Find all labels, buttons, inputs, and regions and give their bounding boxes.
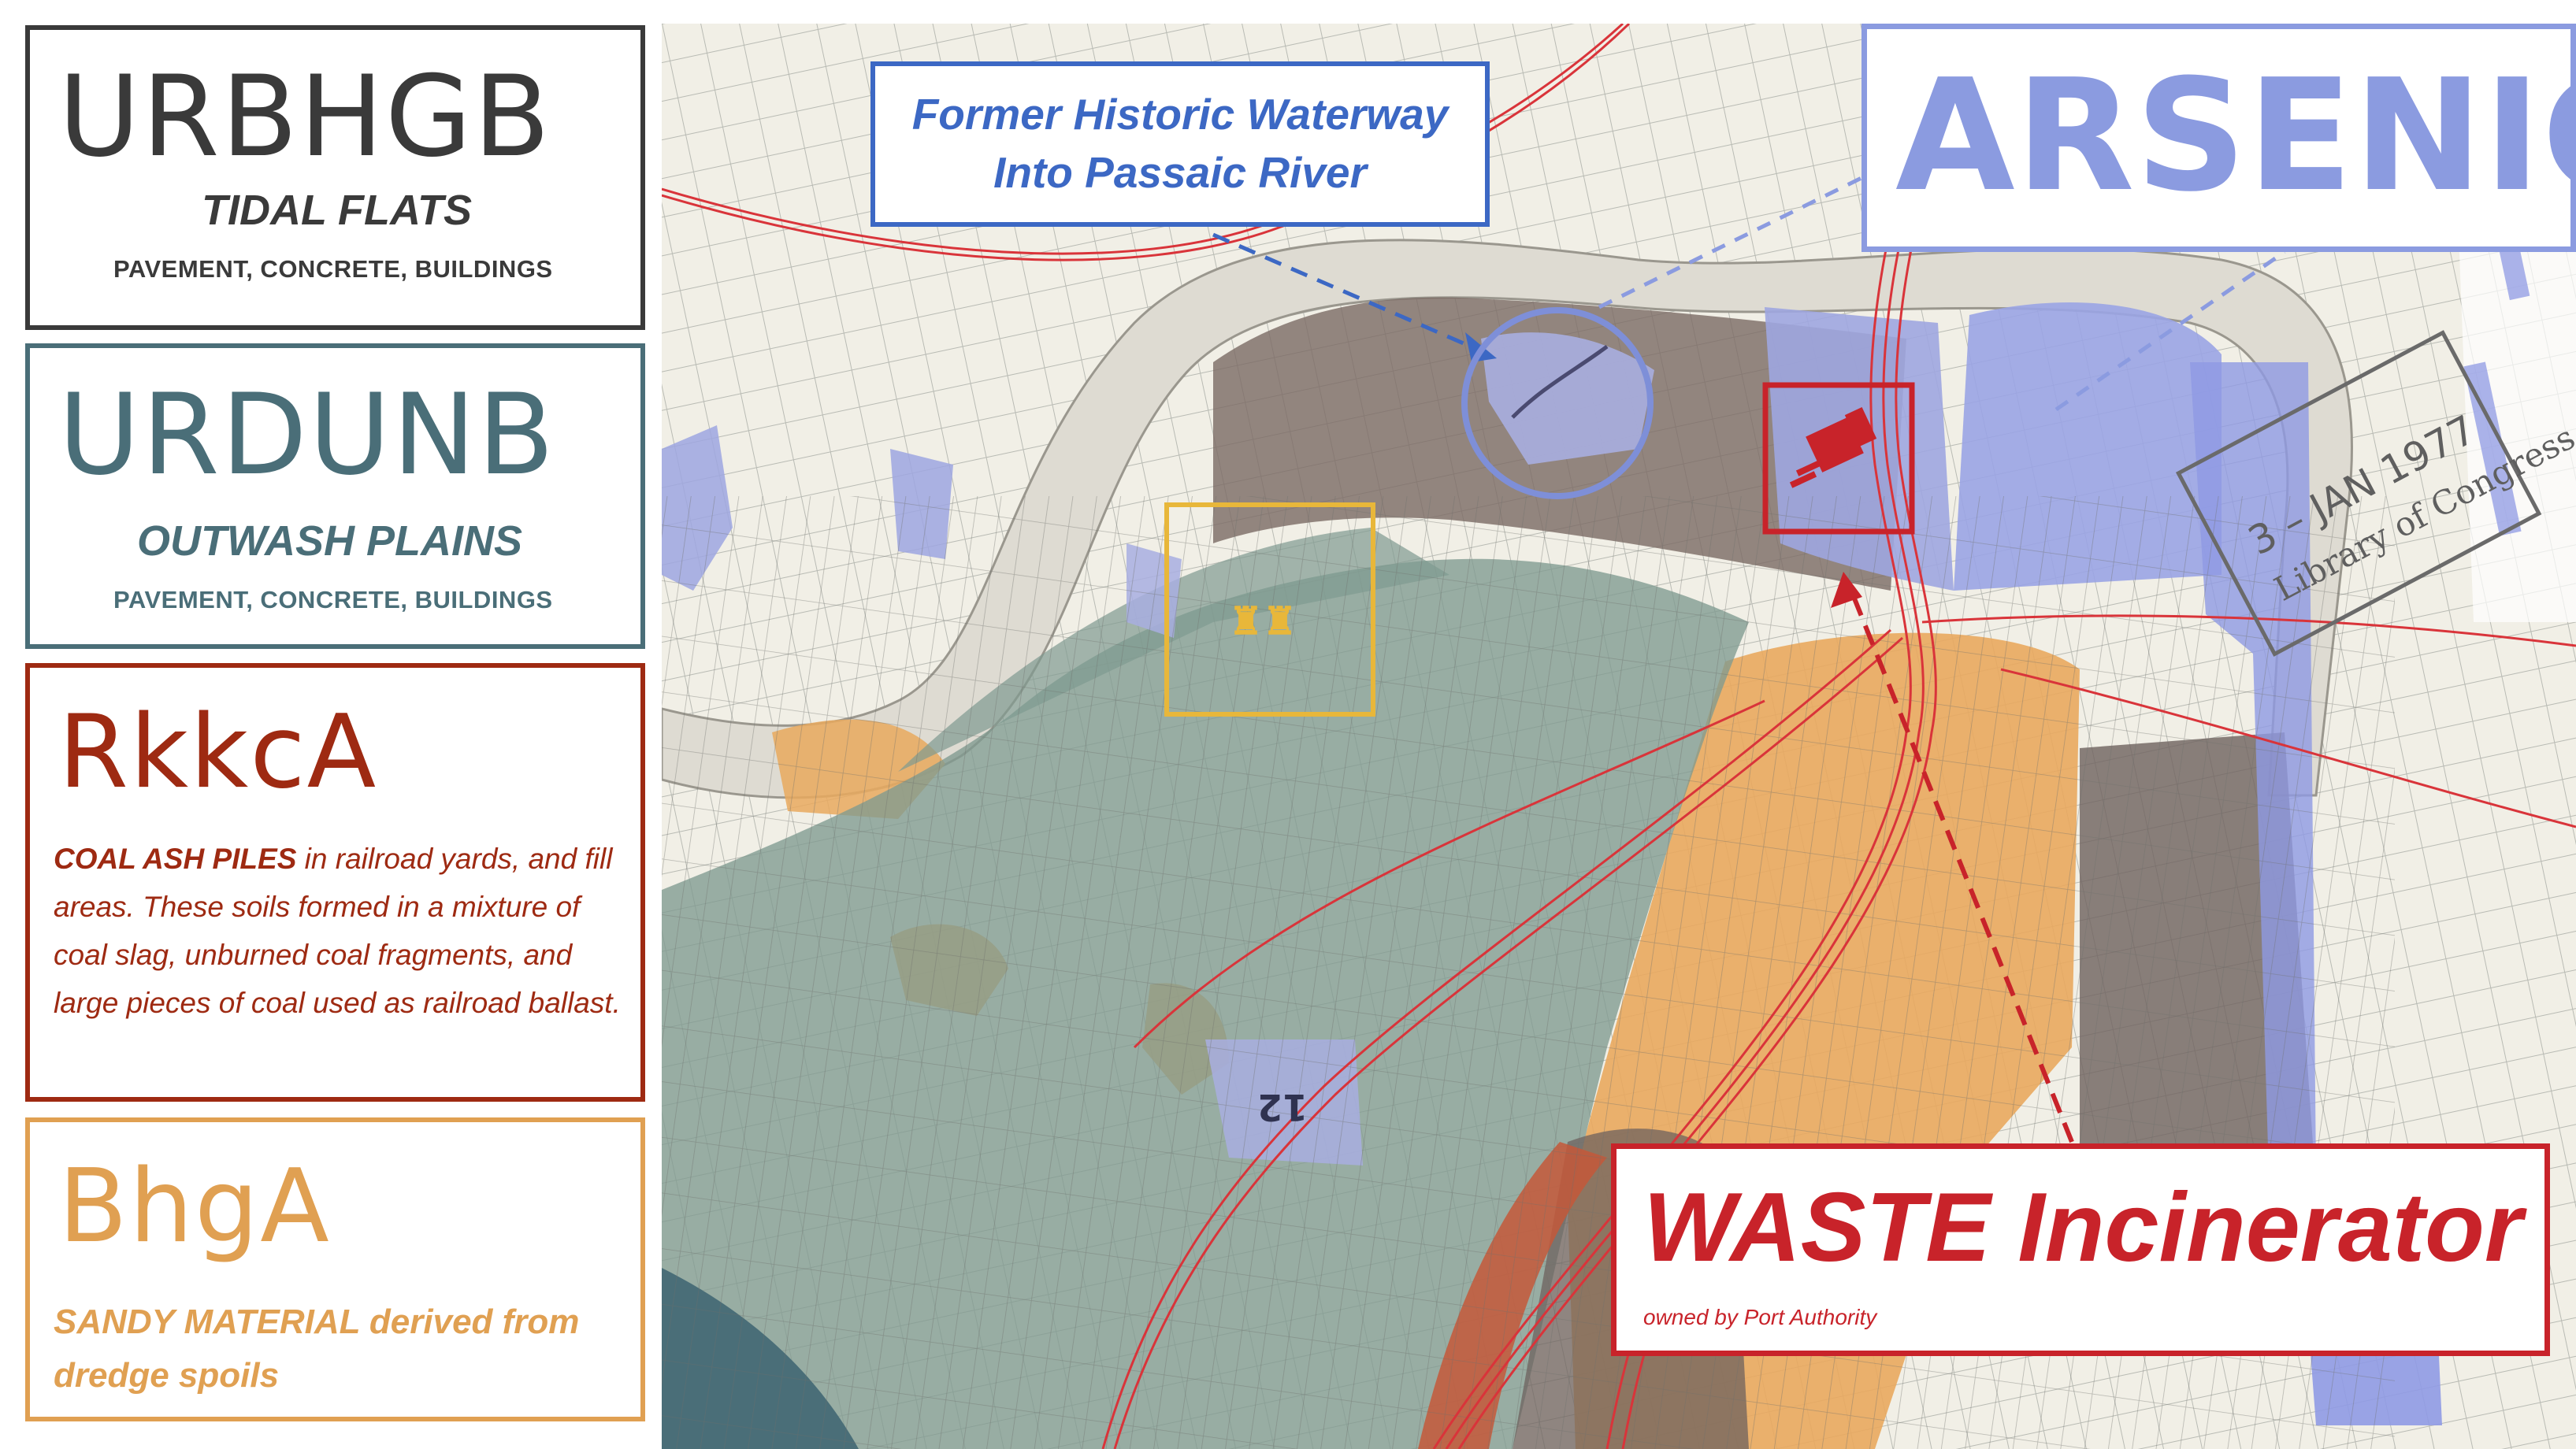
waterway-callout: Former Historic Waterway Into Passaic Ri… — [870, 61, 1490, 227]
legend-subtitle: TIDAL FLATS — [202, 187, 472, 234]
incinerator-title: WASTE Incinerator — [1643, 1173, 2523, 1282]
sheet-number: 12 — [1257, 1086, 1308, 1128]
legend-urbhgb: URBHGB TIDAL FLATS PAVEMENT, CONCRETE, B… — [25, 25, 645, 330]
legend-code: RkkcA — [58, 694, 378, 811]
arsenic-callout: ARSENIC — [1861, 24, 2576, 252]
waterway-line-2: Into Passaic River — [993, 148, 1367, 197]
incinerator-note: owned by Port Authority — [1643, 1305, 1877, 1329]
highlight-glyph: ♜♜ — [1229, 601, 1297, 643]
legend-code: URBHGB — [58, 52, 552, 182]
incinerator-callout: WASTE Incinerator owned by Port Authorit… — [1611, 1143, 2550, 1356]
legend-detail: PAVEMENT, CONCRETE, BUILDINGS — [113, 586, 553, 613]
legend-urdunb: URDUNB OUTWASH PLAINS PAVEMENT, CONCRETE… — [25, 343, 645, 649]
legend-rkkca: RkkcA COAL ASH PILES in railroad yards, … — [25, 663, 645, 1102]
legend-highlight: COAL ASH PILES — [54, 843, 297, 875]
legend-detail: PAVEMENT, CONCRETE, BUILDINGS — [113, 255, 553, 283]
waterway-line-1: Former Historic Waterway — [911, 90, 1449, 139]
legend-code: URDUNB — [58, 370, 556, 500]
legend-description: COAL ASH PILES in railroad yards, and fi… — [54, 835, 622, 1027]
legend-bhga: BhgA SANDY MATERIAL derived from dredge … — [25, 1117, 645, 1421]
legend-subtitle: OUTWASH PLAINS — [137, 517, 523, 565]
legend-description: SANDY MATERIAL derived from dredge spoil… — [54, 1303, 580, 1395]
legend-code: BhgA — [58, 1148, 331, 1266]
